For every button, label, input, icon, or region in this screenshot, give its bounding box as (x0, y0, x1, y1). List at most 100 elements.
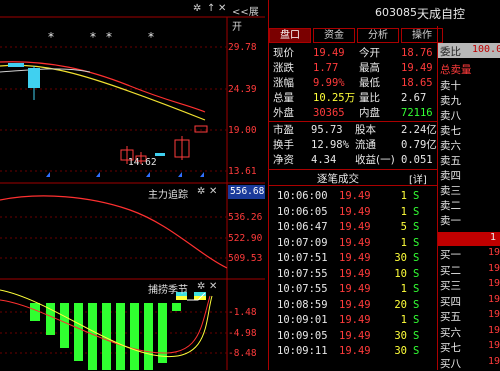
candle (8, 63, 24, 67)
trade-time: 10:07:09 (277, 236, 328, 249)
order-ratio-value: 100.00 (472, 44, 500, 55)
trade-row: 10:07:09 19.49 1 S (277, 236, 433, 251)
trade-direction: S (413, 205, 420, 218)
indicator-axis-label: 509.53 (228, 253, 263, 264)
stat-value: 95.73 (311, 124, 343, 136)
star-marker: * (106, 30, 112, 44)
trade-direction: S (413, 236, 420, 249)
quote-label: 今开 (359, 47, 380, 59)
trade-direction: S (413, 298, 420, 311)
quote-row: 外盘 30365 内盘 72116 (273, 106, 437, 121)
arrow-up-icon[interactable]: ↑ (207, 3, 215, 14)
trade-price: 19.49 (339, 190, 371, 202)
quote-label: 最低 (359, 77, 380, 89)
stat-value: 12.98% (311, 139, 349, 151)
sell-level-label: 卖十 (440, 80, 461, 92)
buy-level-price: 19 (488, 309, 500, 320)
trade-price: 19.49 (339, 329, 371, 342)
quote-row: 现价 19.49 今开 18.76 (273, 46, 437, 61)
stat-label: 流通 (355, 139, 376, 151)
trade-volume: 5 (400, 221, 407, 233)
tab-zijin[interactable]: 资金 (313, 28, 355, 43)
trade-direction: S (413, 314, 420, 326)
buy-level-label: 买八 (440, 357, 461, 370)
total-sell-label: 总卖量 (440, 64, 472, 76)
quote-value: 19.49 (313, 47, 345, 59)
quote-row: 涨跌 1.77 最高 19.49 (273, 61, 437, 76)
trade-volume: 20 (394, 298, 407, 311)
tab-pankou[interactable]: 盘口 (269, 28, 311, 43)
sell-level-label: 卖一 (440, 215, 461, 227)
stock-name: 天成自控 (417, 7, 466, 21)
candle (155, 153, 165, 156)
trade-volume: 30 (394, 345, 407, 357)
quote-label: 现价 (273, 47, 294, 59)
close-icon[interactable]: ✕ (209, 186, 217, 197)
close-icon[interactable]: ✕ (218, 3, 226, 14)
trade-price: 19.49 (339, 221, 371, 233)
trade-volume: 1 (400, 205, 407, 218)
sell-level-label: 卖五 (440, 155, 461, 167)
trade-time: 10:07:55 (277, 267, 328, 280)
indicator-axis-label: -8.48 (228, 348, 257, 359)
order-ratio-label: 委比 (440, 46, 461, 58)
trade-direction: S (413, 345, 420, 357)
quote-value: 19.49 (401, 62, 433, 74)
trade-time: 10:09:05 (277, 329, 328, 342)
trade-row: 10:07:51 19.49 30 S (277, 251, 433, 266)
tab-fenxi[interactable]: 分析 (357, 28, 399, 43)
trade-time: 10:08:59 (277, 298, 328, 311)
stat-row: 市盈 95.73 股本 2.24亿 (273, 123, 437, 138)
stat-label: 净资 (273, 154, 294, 166)
buy-level-label: 买六 (440, 326, 461, 339)
quote-label: 涨幅 (273, 77, 294, 89)
stat-label: 收益(一) (355, 154, 395, 166)
price-axis-label: 29.78 (228, 42, 257, 53)
trade-direction: S (413, 283, 420, 295)
trade-time: 10:09:11 (277, 345, 328, 357)
trades-detail-link[interactable]: [详] (409, 171, 427, 186)
trade-direction: S (413, 252, 420, 264)
gear-icon[interactable]: ✲ (193, 3, 201, 14)
quote-value: 9.99% (313, 77, 345, 89)
buy-level-label: 买二 (440, 264, 461, 277)
trade-row: 10:06:47 19.49 5 S (277, 220, 433, 235)
buy-level-price: 19 (488, 355, 500, 367)
main-force-line (0, 195, 228, 269)
trade-price: 19.49 (339, 298, 371, 311)
stat-label: 市盈 (273, 124, 294, 136)
trade-direction: S (413, 221, 420, 233)
sell-level-label: 卖四 (440, 170, 461, 182)
buy-level-price: 19 (488, 293, 500, 305)
stat-value: 4.34 (311, 154, 337, 166)
trade-volume: 1 (400, 314, 407, 326)
indicator-value-badge: 556.68 (228, 185, 265, 199)
collapse-button[interactable]: <<展开 (232, 3, 265, 33)
close-icon[interactable]: ✕ (209, 281, 217, 292)
trade-row: 10:09:01 19.49 1 S (277, 313, 433, 328)
order-book-column: 委比 100.00 总卖量 卖十卖九卖八卖七卖六卖五卖四卖三卖二卖一 1 买一 1… (438, 26, 500, 370)
trade-row: 10:06:05 19.49 1 S (277, 205, 433, 220)
price-axis-label: 24.39 (228, 84, 257, 95)
quote-row: 总量 10.25万 量比 2.67 (273, 91, 437, 106)
kline-chart-area[interactable]: ✲ ↑ ✕ <<展开 * * * * 29.78 24.39 19.00 13.… (0, 0, 265, 370)
quote-row: 涨幅 9.99% 最低 18.65 (273, 76, 437, 91)
indicator-axis-label: -1.48 (228, 307, 257, 318)
trade-time: 10:09:01 (277, 314, 328, 326)
quote-value: 1.77 (313, 62, 339, 74)
gear-icon[interactable]: ✲ (197, 281, 205, 292)
price-axis-label: 19.00 (228, 125, 257, 136)
gear-icon[interactable]: ✲ (197, 186, 205, 197)
quote-value: 72116 (401, 107, 433, 119)
buy-level-price: 19 (488, 324, 500, 336)
trade-time: 10:06:00 (277, 190, 328, 202)
trade-row: 10:08:59 19.49 20 S (277, 298, 433, 313)
indicator-axis-label: -4.98 (228, 328, 257, 339)
buy-highlight-value: 1 (490, 232, 497, 243)
quote-label: 最高 (359, 62, 380, 74)
trade-row: 10:06:00 19.49 1 S (277, 189, 433, 204)
stat-value: 0.79亿 (401, 139, 437, 151)
trade-price: 19.49 (339, 345, 371, 357)
sell-level-label: 卖七 (440, 125, 461, 137)
stat-value: 0.051 (401, 154, 433, 166)
